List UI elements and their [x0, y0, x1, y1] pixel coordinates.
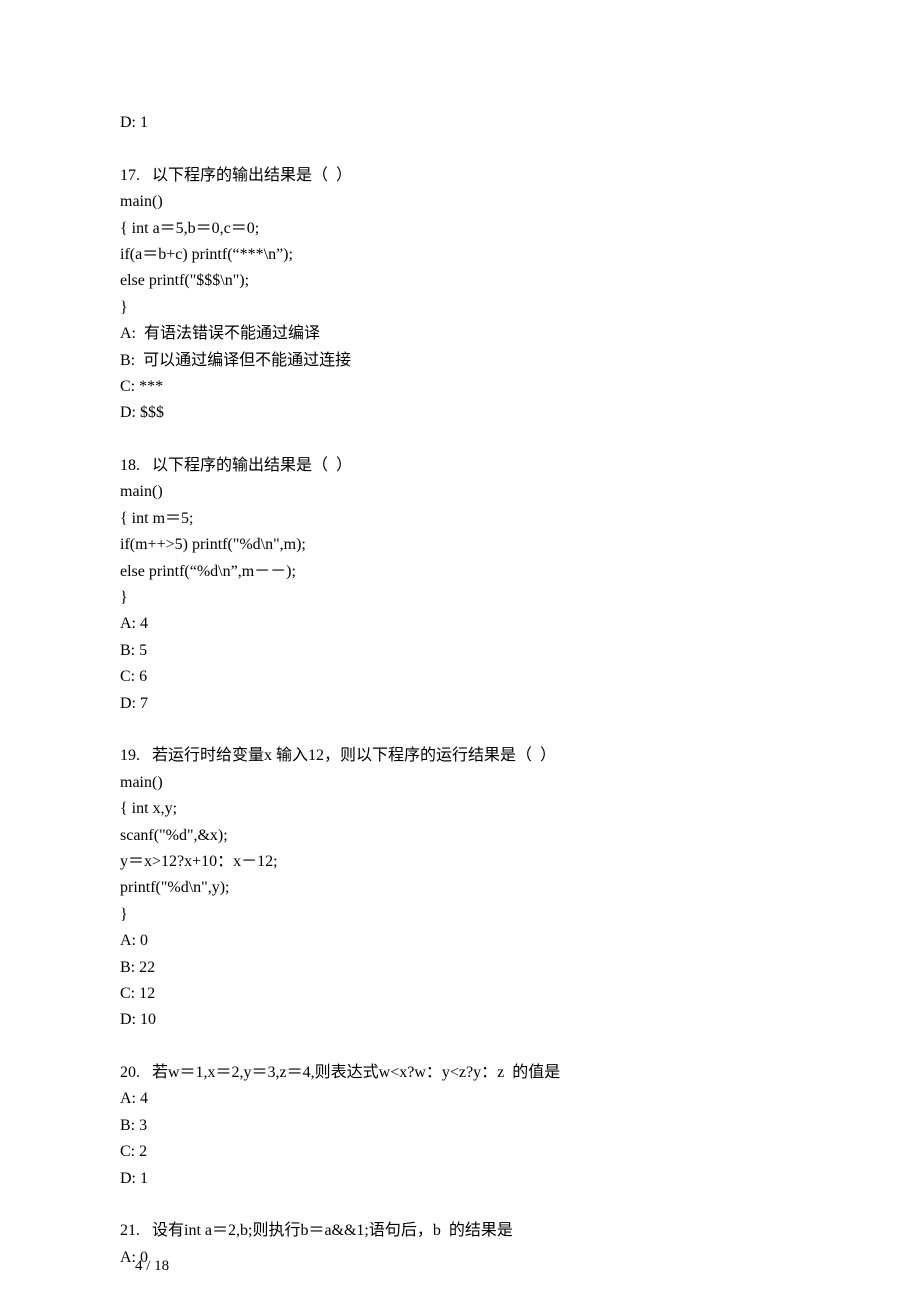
document-page: D: 117. 以下程序的输出结果是（ ）main(){ int a＝5,b＝0… — [0, 0, 920, 1311]
text-line: } — [120, 295, 800, 321]
document-body: D: 117. 以下程序的输出结果是（ ）main(){ int a＝5,b＝0… — [120, 110, 800, 1271]
blank-line — [120, 1192, 800, 1218]
text-line: { int a＝5,b＝0,c＝0; — [120, 216, 800, 242]
text-line: main() — [120, 189, 800, 215]
text-line: y＝x>12?x+10：x－12; — [120, 849, 800, 875]
text-line: A: 4 — [120, 1086, 800, 1112]
text-line: B: 22 — [120, 955, 800, 981]
text-line: C: 6 — [120, 664, 800, 690]
text-line: A: 有语法错误不能通过编译 — [120, 321, 800, 347]
text-line: A: 0 — [120, 1245, 800, 1271]
text-line: B: 3 — [120, 1113, 800, 1139]
text-line: C: *** — [120, 374, 800, 400]
text-line: D: 10 — [120, 1007, 800, 1033]
text-line: printf("%d\n",y); — [120, 875, 800, 901]
text-line: else printf("$$$\n"); — [120, 268, 800, 294]
text-line: { int m＝5; — [120, 506, 800, 532]
text-line: } — [120, 902, 800, 928]
text-line: 18. 以下程序的输出结果是（ ） — [120, 453, 800, 479]
text-line: C: 12 — [120, 981, 800, 1007]
text-line: B: 可以通过编译但不能通过连接 — [120, 348, 800, 374]
text-line: 20. 若w＝1,x＝2,y＝3,z＝4,则表达式w<x?w：y<z?y：z 的… — [120, 1060, 800, 1086]
text-line: 21. 设有int a＝2,b;则执行b＝a&&1;语句后，b 的结果是 — [120, 1218, 800, 1244]
text-line: C: 2 — [120, 1139, 800, 1165]
page-footer: 4 / 18 — [135, 1254, 169, 1279]
page-number: 4 / 18 — [135, 1258, 169, 1274]
text-line: main() — [120, 770, 800, 796]
text-line: if(a＝b+c) printf(“***\n”); — [120, 242, 800, 268]
text-line: main() — [120, 479, 800, 505]
text-line: 19. 若运行时给变量x 输入12，则以下程序的运行结果是（ ） — [120, 743, 800, 769]
text-line: if(m++>5) printf("%d\n",m); — [120, 532, 800, 558]
text-line: scanf("%d",&x); — [120, 823, 800, 849]
text-line: { int x,y; — [120, 796, 800, 822]
text-line: else printf(“%d\n”,m－－); — [120, 559, 800, 585]
text-line: } — [120, 585, 800, 611]
text-line: D: $$$ — [120, 400, 800, 426]
text-line: D: 1 — [120, 110, 800, 136]
blank-line — [120, 1034, 800, 1060]
text-line: D: 7 — [120, 691, 800, 717]
text-line: D: 1 — [120, 1166, 800, 1192]
text-line: 17. 以下程序的输出结果是（ ） — [120, 163, 800, 189]
blank-line — [120, 717, 800, 743]
blank-line — [120, 136, 800, 162]
text-line: A: 0 — [120, 928, 800, 954]
text-line: A: 4 — [120, 611, 800, 637]
blank-line — [120, 427, 800, 453]
text-line: B: 5 — [120, 638, 800, 664]
